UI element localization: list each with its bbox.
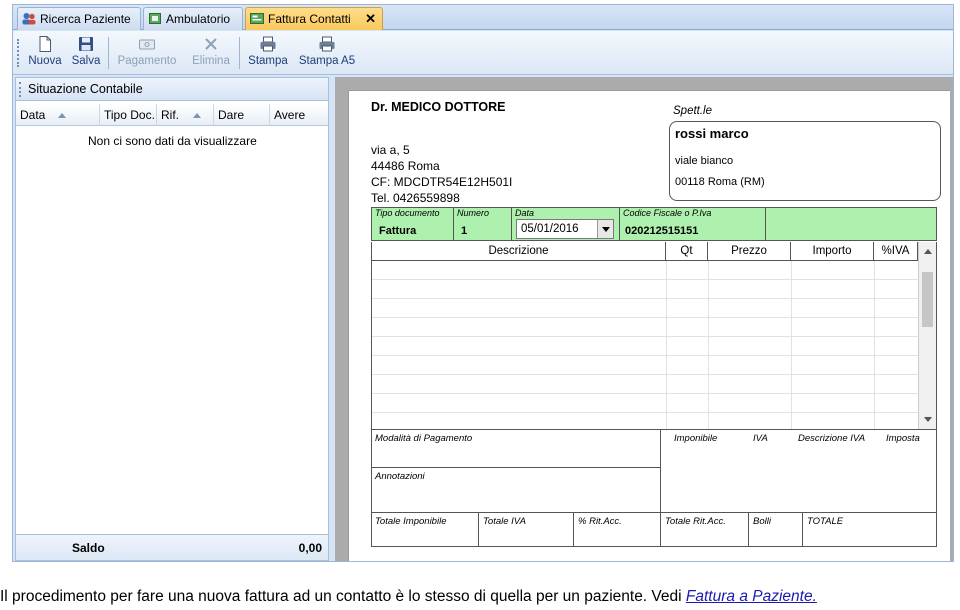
invoice-preview-area: Dr. MEDICO DOTTORE via a, 5 44486 Roma C… — [335, 77, 953, 561]
doctor-address: via a, 5 — [371, 143, 410, 157]
tab-fattura-contatti[interactable]: Fattura Contatti ✕ — [245, 7, 383, 30]
totals-section: Modalità di Pagamento Annotazioni Imponi… — [371, 429, 937, 547]
toolbar-grip[interactable] — [17, 39, 20, 67]
annotazioni-label: Annotazioni — [375, 471, 425, 482]
bolli-label: Bolli — [753, 516, 771, 527]
empty-message: Non ci sono dati da visualizzare — [88, 134, 257, 148]
printer-icon — [319, 36, 335, 52]
totale-iva-label: Totale IVA — [483, 516, 526, 527]
tab-label: Fattura Contatti — [268, 12, 351, 26]
save-icon — [79, 37, 93, 51]
numero-cell: Numero 1 — [454, 208, 512, 240]
delete-x-icon — [205, 38, 217, 50]
caption-text: Il procedimento per fare una nuova fattu… — [0, 588, 817, 605]
printer-icon — [260, 36, 276, 52]
recipient-city: 00118 Roma (RM) — [675, 176, 765, 188]
toolbar-separator — [239, 37, 240, 69]
tab-ricerca-paziente[interactable]: Ricerca Paziente — [17, 7, 141, 30]
cf-piva-value: 020212515151 — [625, 225, 699, 237]
totale-imponibile-label: Totale Imponibile — [375, 516, 447, 527]
column-dare[interactable]: Dare — [214, 104, 270, 126]
invoice-page: Dr. MEDICO DOTTORE via a, 5 44486 Roma C… — [348, 90, 950, 561]
column-avere[interactable]: Avere — [270, 104, 328, 126]
data-cell: Data 05/01/2016 — [512, 208, 620, 240]
situazione-contabile-panel: Situazione Contabile Data Tipo Doc. Rif.… — [15, 77, 329, 561]
pagamento-button[interactable]: Pagamento — [113, 35, 181, 71]
invoice-icon — [250, 13, 264, 24]
numero-value: 1 — [461, 225, 468, 237]
people-icon — [22, 13, 36, 25]
totale-label: TOTALE — [807, 516, 844, 527]
panel-grip[interactable] — [19, 82, 22, 97]
app-window: Ricerca Paziente Ambulatorio Fattura Con… — [12, 4, 954, 562]
doctor-name: Dr. MEDICO DOTTORE — [371, 100, 506, 114]
toolbar-separator — [108, 37, 109, 69]
chevron-down-icon[interactable] — [597, 220, 613, 238]
chevron-down-icon[interactable] — [924, 417, 932, 422]
tab-label: Ricerca Paziente — [40, 12, 131, 26]
recipient-street: viale bianco — [675, 155, 734, 167]
document-info-band: Tipo documento Fattura Numero 1 Data 05/… — [371, 207, 937, 241]
modalita-pagamento-label: Modalità di Pagamento — [375, 433, 473, 444]
saldo-value: 0,00 — [298, 541, 322, 555]
stampa-a5-button[interactable]: Stampa A5 — [297, 35, 357, 71]
tipo-documento-value: Fattura — [379, 225, 417, 237]
sort-ascending-icon — [58, 113, 66, 118]
close-icon[interactable]: ✕ — [365, 8, 376, 30]
items-grid[interactable] — [371, 242, 937, 429]
new-document-icon — [39, 36, 51, 52]
doctor-cf: CF: MDCDTR54E12H501I — [371, 175, 513, 189]
date-picker[interactable]: 05/01/2016 — [516, 219, 614, 239]
column-qt[interactable]: Qt — [666, 242, 708, 260]
scroll-thumb[interactable] — [922, 272, 933, 327]
toolbar: Nuova Salva Pagamento Elimina Stampa Sta… — [13, 31, 953, 75]
spett-label: Spett.le — [673, 105, 712, 117]
stampa-button[interactable]: Stampa — [245, 35, 291, 71]
column-rif[interactable]: Rif. — [157, 104, 214, 126]
tipo-documento-cell: Tipo documento Fattura — [372, 208, 454, 240]
imponibile-label: Imponibile — [674, 433, 718, 444]
saldo-label: Saldo — [72, 541, 105, 555]
doctor-tel: Tel. 0426559898 — [371, 191, 460, 205]
column-descrizione[interactable]: Descrizione — [372, 242, 666, 260]
fattura-a-paziente-link[interactable]: Fattura a Paziente. — [686, 588, 817, 605]
ledger-header: Data Tipo Doc. Rif. Dare Avere — [16, 104, 328, 126]
ritenuta-acconto-percent-label: % Rit.Acc. — [578, 516, 622, 527]
sort-ascending-icon — [193, 113, 201, 118]
recipient-name: rossi marco — [675, 126, 749, 141]
recipient-box: rossi marco viale bianco 00118 Roma (RM) — [669, 121, 941, 201]
column-iva-percent[interactable]: %IVA — [874, 242, 918, 260]
descrizione-iva-label: Descrizione IVA — [798, 433, 866, 444]
saldo-footer: Saldo 0,00 — [16, 534, 328, 560]
salva-button[interactable]: Salva — [69, 35, 103, 71]
clinic-icon — [149, 13, 161, 24]
tab-label: Ambulatorio — [166, 12, 231, 26]
items-grid-header: Descrizione Qt Prezzo Importo %IVA — [371, 242, 937, 261]
cf-piva-cell: Codice Fiscale o P.Iva 020212515151 — [620, 208, 766, 240]
column-prezzo[interactable]: Prezzo — [708, 242, 791, 260]
elimina-button[interactable]: Elimina — [189, 35, 233, 71]
totale-ritenuta-label: Totale Rit.Acc. — [665, 516, 726, 527]
iva-label: IVA — [753, 433, 768, 444]
doctor-city: 44486 Roma — [371, 159, 440, 173]
chevron-up-icon[interactable] — [924, 249, 932, 254]
tab-ambulatorio[interactable]: Ambulatorio — [143, 7, 243, 30]
column-tipo-doc[interactable]: Tipo Doc. — [100, 104, 157, 126]
payment-icon — [139, 39, 155, 50]
tab-bar: Ricerca Paziente Ambulatorio Fattura Con… — [13, 5, 953, 30]
grid-scrollbar[interactable] — [918, 242, 936, 429]
imposta-label: Imposta — [886, 433, 920, 444]
column-importo[interactable]: Importo — [791, 242, 874, 260]
nuova-button[interactable]: Nuova — [27, 35, 63, 71]
panel-title: Situazione Contabile — [16, 78, 328, 101]
column-data[interactable]: Data — [16, 104, 100, 126]
